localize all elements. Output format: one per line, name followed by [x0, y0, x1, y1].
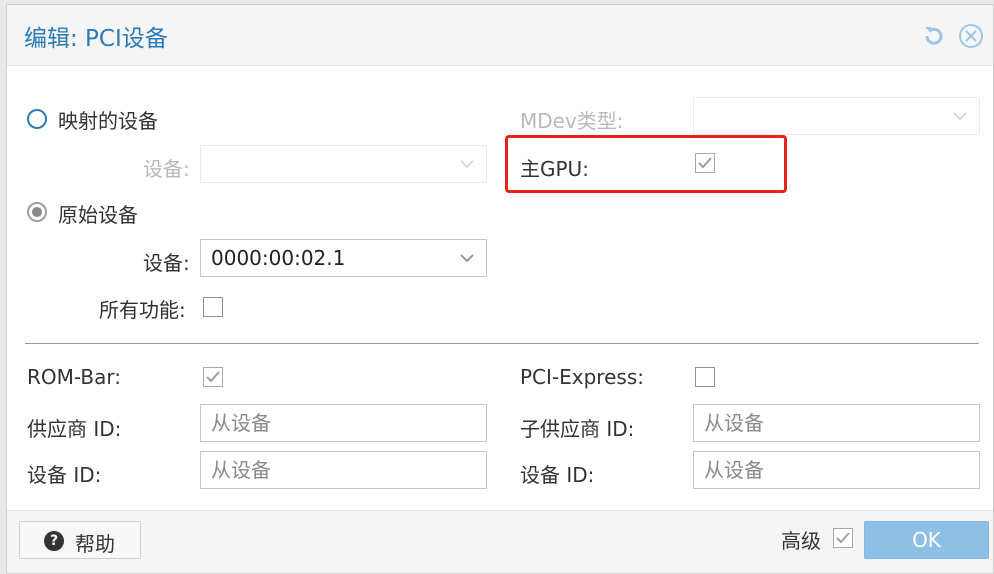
advanced-checkbox[interactable]: [833, 528, 853, 548]
all-functions-checkbox[interactable]: [203, 297, 223, 317]
ok-button[interactable]: OK: [864, 521, 989, 559]
dialog-header: 编辑: PCI设备: [7, 5, 993, 66]
chevron-down-icon: [460, 254, 474, 263]
raw-device-value: 0000:00:02.1: [211, 246, 346, 270]
checkmark-icon: [206, 371, 220, 383]
rombar-label: ROM-Bar:: [27, 365, 121, 389]
pcie-label: PCI-Express:: [520, 365, 644, 389]
mapped-device-label: 映射的设备: [58, 109, 158, 133]
checkmark-icon: [836, 532, 850, 544]
raw-device-select[interactable]: 0000:00:02.1: [200, 239, 487, 277]
pci-device-dialog: 编辑: PCI设备 映射的设备 设备: MDev类型: 主GPU: 原始设备 设…: [6, 4, 994, 574]
close-icon[interactable]: [958, 23, 984, 49]
mapped-device-radio[interactable]: [27, 109, 47, 129]
vendor-id-input[interactable]: 从设备: [200, 404, 487, 442]
raw-device-field-label: 设备:: [143, 251, 190, 275]
vendor-id-label: 供应商 ID:: [27, 417, 122, 441]
device-id-input[interactable]: 从设备: [200, 451, 487, 489]
subvendor-id-placeholder: 从设备: [704, 411, 764, 435]
rombar-checkbox[interactable]: [203, 367, 223, 387]
subvendor-id-input[interactable]: 从设备: [693, 404, 980, 442]
raw-device-radio[interactable]: [27, 202, 47, 222]
all-functions-label: 所有功能:: [99, 298, 186, 322]
help-button-label: 帮助: [75, 532, 115, 556]
reset-icon[interactable]: [921, 23, 947, 49]
subvendor-id-label: 子供应商 ID:: [520, 417, 635, 441]
device-id-label: 设备 ID:: [27, 463, 102, 487]
vendor-id-placeholder: 从设备: [211, 411, 271, 435]
chevron-down-icon: [460, 160, 474, 169]
subdevice-id-input[interactable]: 从设备: [693, 451, 980, 489]
help-icon: ?: [44, 531, 64, 551]
device-id-placeholder: 从设备: [211, 458, 271, 482]
raw-device-label: 原始设备: [58, 203, 138, 227]
highlight-box: [505, 135, 787, 193]
pcie-checkbox[interactable]: [695, 367, 715, 387]
help-button[interactable]: ? 帮助: [19, 521, 141, 559]
chevron-down-icon: [953, 112, 967, 121]
mapped-device-field-label: 设备:: [143, 157, 190, 181]
dialog-footer: ? 帮助 高级 OK: [7, 510, 993, 573]
mapped-device-select[interactable]: [200, 145, 487, 183]
advanced-label: 高级: [781, 529, 821, 553]
subdevice-id-label: 设备 ID:: [520, 463, 595, 487]
section-divider: [25, 343, 979, 344]
mdev-type-select[interactable]: [693, 97, 980, 135]
dialog-title: 编辑: PCI设备: [24, 26, 168, 52]
subdevice-id-placeholder: 从设备: [704, 458, 764, 482]
mdev-type-label: MDev类型:: [520, 109, 624, 133]
